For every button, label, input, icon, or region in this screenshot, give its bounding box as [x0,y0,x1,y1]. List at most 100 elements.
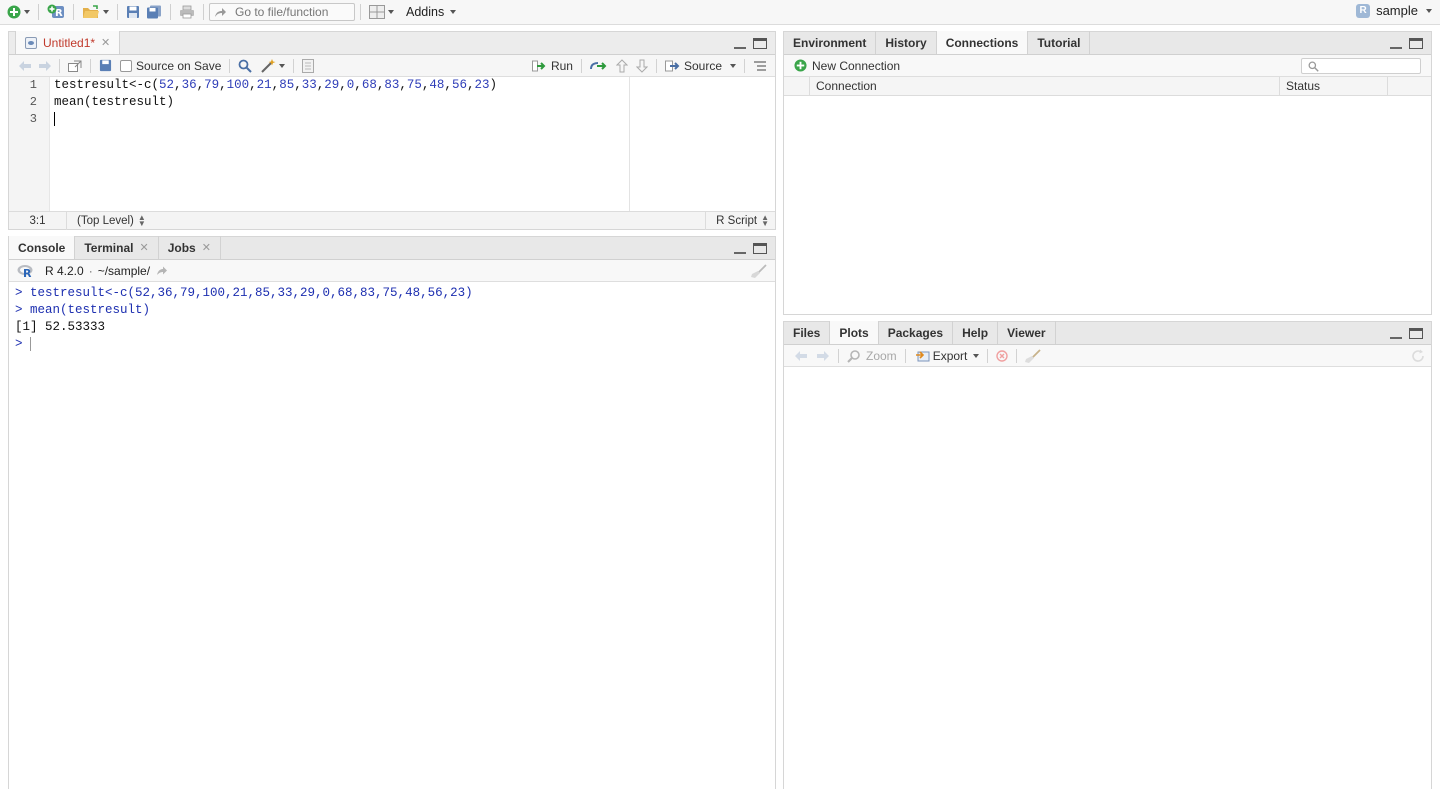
source-window-controls [734,38,767,49]
close-icon[interactable]: ✕ [202,241,211,254]
source-on-save-toggle[interactable]: Source on Save [116,57,225,75]
rerun-icon [589,61,607,70]
cursor-position: 3:1 [9,211,67,230]
refresh-plot-button[interactable] [1407,347,1429,365]
tab-console[interactable]: Console [9,236,76,259]
rerun-button[interactable] [586,57,612,75]
save-all-button[interactable] [143,2,165,22]
console-prompt-line[interactable]: > [15,336,769,353]
minimize-pane-button[interactable] [734,39,746,49]
export-icon [915,351,930,362]
tab-terminal[interactable]: Terminal ✕ [75,236,159,259]
console-window-controls [734,243,767,254]
toolbar-divider [90,58,91,73]
save-icon [99,59,112,72]
column-header-connection[interactable]: Connection [810,77,1280,96]
tab-files[interactable]: Files [784,321,831,344]
line-number: 2 [29,95,37,109]
minimize-pane-button[interactable] [1390,39,1402,49]
clear-plots-button[interactable] [1021,347,1045,365]
run-button[interactable]: Run [528,57,577,75]
project-menu[interactable]: R sample [1356,3,1432,18]
console-output[interactable]: > testresult<-c(52,36,79,100,21,85,33,29… [9,282,775,789]
connections-search-input[interactable] [1301,58,1421,74]
tab-jobs[interactable]: Jobs ✕ [159,236,221,259]
toolbar-divider [744,58,745,73]
numeric-literal: 48 [429,78,445,92]
source-button[interactable]: Source [661,57,740,75]
workspace-panes-button[interactable] [366,2,397,22]
save-button[interactable] [123,2,143,22]
project-label: sample [1376,3,1418,18]
previous-plot-button[interactable] [790,347,812,365]
tab-history[interactable]: History [876,31,937,54]
column-header-status[interactable]: Status [1280,77,1388,96]
minimize-pane-button[interactable] [734,244,746,254]
back-button[interactable] [15,57,35,75]
maximize-pane-button[interactable] [1409,38,1423,49]
chevron-down-icon [24,10,30,14]
arrow-right-icon [39,60,51,71]
save-document-button[interactable] [95,57,116,75]
previous-chunk-button[interactable] [612,57,632,75]
working-directory[interactable]: ~/sample/ [98,264,150,278]
minimize-pane-button[interactable] [1390,329,1402,339]
goto-directory-icon[interactable] [156,266,168,276]
tab-help[interactable]: Help [953,321,999,344]
code-token: testresult<-c( [54,78,160,92]
tab-packages[interactable]: Packages [879,321,954,344]
new-connection-button[interactable]: New Connection [790,57,904,75]
tab-environment[interactable]: Environment [784,31,877,54]
goto-placeholder: Go to file/function [235,5,329,19]
environment-tabbar: Environment History Connections Tutorial [784,31,1431,55]
remove-plot-button[interactable] [992,347,1012,365]
source-on-save-checkbox[interactable] [120,59,132,72]
chevron-down-icon [388,10,394,14]
close-icon[interactable]: ✕ [139,241,148,254]
source-pane: Untitled1* ✕ Source on Save Run Source 1… [8,31,776,230]
code-token: ) [489,78,497,92]
scope-selector[interactable]: (Top Level) ▲ ▼ [67,212,156,230]
close-icon[interactable]: ✕ [101,36,110,49]
tab-untitled1[interactable]: Untitled1* ✕ [15,31,121,54]
tab-label: History [885,35,927,50]
maximize-pane-button[interactable] [1409,328,1423,339]
code-tools-button[interactable] [256,57,289,75]
next-chunk-button[interactable] [632,57,652,75]
tab-tutorial[interactable]: Tutorial [1028,31,1091,54]
print-button[interactable] [176,2,198,22]
tab-viewer[interactable]: Viewer [998,321,1056,344]
run-label: Run [550,58,573,73]
open-file-button[interactable] [79,2,112,22]
document-outline-button[interactable] [749,57,771,75]
new-project-button[interactable]: R [44,2,68,22]
addins-menu[interactable]: Addins [403,2,459,22]
show-in-window-button[interactable] [64,57,86,75]
numeric-literal: 21 [256,78,272,92]
find-replace-button[interactable] [234,57,256,75]
maximize-pane-button[interactable] [753,243,767,254]
code-line [54,111,497,128]
clear-console-button[interactable] [747,262,771,280]
r-version: R 4.2.0 [45,263,84,278]
code-editor[interactable]: 1 2 3 testresult<-c(52,36,79,100,21,85,3… [9,77,630,212]
forward-button[interactable] [35,57,55,75]
toolbar-divider [38,4,39,20]
environment-pane: Environment History Connections Tutorial… [783,31,1432,315]
goto-file-function-input[interactable]: Go to file/function [209,3,355,21]
code-line: mean(testresult) [54,95,175,109]
zoom-button[interactable]: Zoom [843,347,901,365]
compile-report-button[interactable] [298,57,318,75]
tab-plots[interactable]: Plots [830,321,879,344]
toolbar-divider [170,4,171,20]
file-type-selector[interactable]: R Script ▲ ▼ [705,211,775,230]
export-menu[interactable]: Export [910,347,984,365]
run-arrow-icon [531,60,546,71]
new-file-button[interactable] [4,2,33,22]
tab-connections[interactable]: Connections [936,31,1029,54]
connections-toolbar: New Connection [784,55,1431,77]
connections-table-header: Connection Status [784,77,1431,96]
maximize-pane-button[interactable] [753,38,767,49]
zoom-icon [847,349,860,363]
next-plot-button[interactable] [812,347,834,365]
